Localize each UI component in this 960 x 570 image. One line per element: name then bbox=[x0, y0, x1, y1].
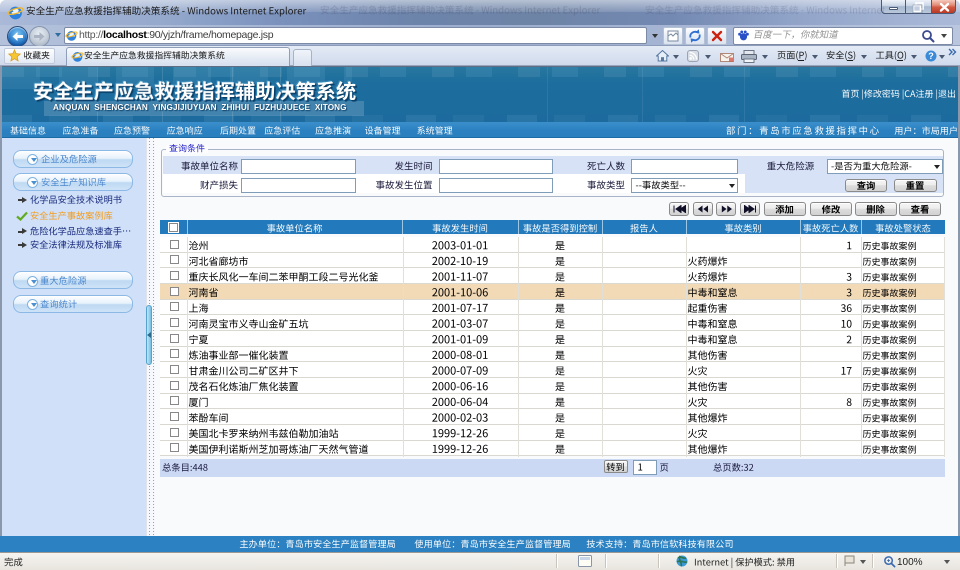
svg-text:?: ? bbox=[928, 51, 934, 61]
